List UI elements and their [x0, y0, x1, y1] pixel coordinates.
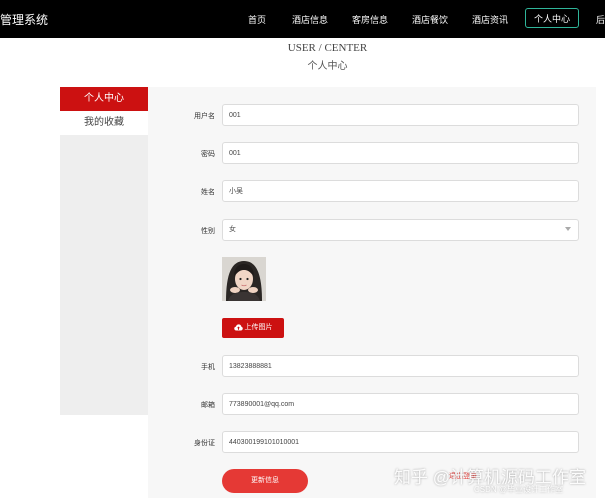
nav-room-info[interactable]: 客房信息	[352, 13, 388, 26]
name-label: 姓名	[201, 189, 215, 196]
chevron-down-icon	[565, 227, 571, 231]
username-label: 用户名	[194, 113, 215, 120]
nav-home[interactable]: 首页	[248, 13, 266, 26]
watermark-csdn: CSDN @毕业设计工作室	[474, 485, 564, 494]
avatar	[222, 257, 266, 301]
sidebar-item-favorites[interactable]: 我的收藏	[60, 111, 148, 135]
sidebar-item-personal-center[interactable]: 个人中心	[60, 87, 148, 111]
id-card-field[interactable]	[222, 431, 579, 453]
nav-hotel-news[interactable]: 酒店资讯	[472, 13, 508, 26]
password-field[interactable]	[222, 142, 579, 164]
nav-hotel-dining[interactable]: 酒店餐饮	[412, 13, 448, 26]
update-info-button[interactable]: 更新信息	[222, 469, 308, 493]
nav-backend-truncated[interactable]: 后	[596, 13, 605, 26]
avatar-photo-icon	[222, 257, 266, 301]
section-title-en: USER / CENTER	[287, 42, 368, 54]
password-label: 密码	[201, 151, 215, 158]
name-field[interactable]	[222, 180, 579, 202]
gender-selected-value: 女	[229, 226, 236, 233]
nav-hotel-info[interactable]: 酒店信息	[292, 13, 328, 26]
gender-select[interactable]: 女	[222, 219, 579, 241]
cloud-upload-icon	[233, 324, 243, 331]
username-field[interactable]	[222, 104, 579, 126]
upload-image-label: 上传图片	[244, 324, 273, 331]
phone-label: 手机	[201, 364, 215, 371]
email-label: 邮箱	[201, 402, 215, 409]
sidebar: 个人中心 我的收藏	[60, 87, 148, 415]
id-card-label: 身份证	[194, 440, 215, 447]
brand-title: 管理系统	[0, 13, 49, 27]
section-title-cn: 个人中心	[307, 61, 348, 72]
gender-label: 性别	[201, 228, 215, 235]
phone-field[interactable]	[222, 355, 579, 377]
nav-personal-center[interactable]: 个人中心	[525, 8, 579, 28]
top-nav-bar: 管理系统 首页 酒店信息 客房信息 酒店餐饮 酒店资讯 个人中心 后	[0, 0, 605, 38]
upload-image-button[interactable]: 上传图片	[222, 318, 284, 338]
email-field[interactable]	[222, 393, 579, 415]
